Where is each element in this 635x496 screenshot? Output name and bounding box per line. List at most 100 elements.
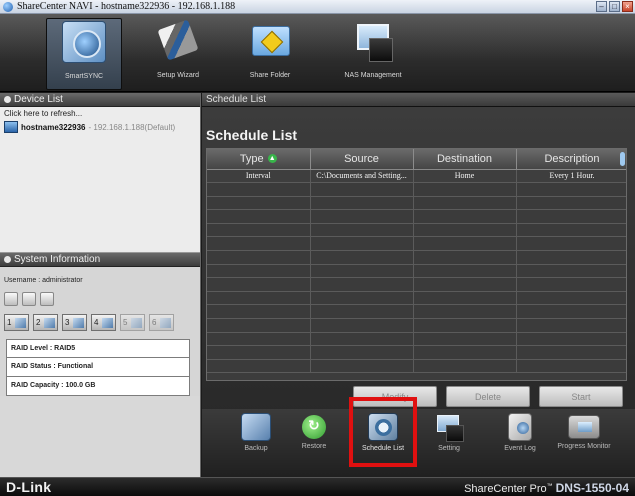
close-icon[interactable]: × bbox=[622, 1, 633, 12]
nav-label: SmartSYNC bbox=[64, 73, 104, 80]
table-cell bbox=[207, 359, 311, 374]
table-row[interactable] bbox=[207, 236, 626, 252]
start-button[interactable]: Start bbox=[539, 386, 623, 407]
table-cell bbox=[310, 236, 414, 252]
table-cell bbox=[207, 236, 311, 252]
action-buttons: Modify Delete Start bbox=[353, 386, 623, 407]
bottom-nav-label: Schedule List bbox=[361, 445, 405, 452]
bottom-nav-restore[interactable]: Restore bbox=[284, 413, 344, 473]
refresh-link[interactable]: Click here to refresh... bbox=[4, 109, 196, 118]
nav-setup-wizard[interactable]: Setup Wizard bbox=[140, 18, 216, 90]
table-cell bbox=[207, 332, 311, 347]
table-row[interactable]: Interval C:\Documents and Setting... Home E… bbox=[207, 169, 626, 184]
section-title: Device List bbox=[14, 93, 63, 105]
bottom-nav-backup[interactable]: Backup bbox=[226, 413, 286, 473]
table-row[interactable] bbox=[207, 359, 626, 374]
raid-status: RAID Status : Functional bbox=[6, 358, 190, 377]
collapse-icon[interactable] bbox=[4, 256, 11, 263]
delete-button[interactable]: Delete bbox=[446, 386, 530, 407]
table-cell bbox=[207, 304, 311, 320]
table-cell bbox=[516, 291, 626, 306]
table-cell bbox=[310, 182, 414, 197]
nav-nas-management[interactable]: NAS Management bbox=[335, 18, 411, 90]
table-cell bbox=[207, 318, 311, 333]
table-cell bbox=[413, 223, 517, 238]
main-panel: Schedule List Schedule List Type ▲ Source… bbox=[202, 93, 635, 477]
table-row[interactable] bbox=[207, 332, 626, 347]
table-row[interactable] bbox=[207, 277, 626, 292]
table-cell bbox=[516, 277, 626, 292]
table-cell bbox=[310, 291, 414, 306]
column-header-destination[interactable]: Destination bbox=[413, 149, 517, 170]
column-header-type[interactable]: Type ▲ bbox=[207, 149, 311, 170]
table-cell bbox=[516, 223, 626, 238]
table-row[interactable] bbox=[207, 345, 626, 360]
nav-label: Setup Wizard bbox=[156, 72, 200, 79]
disk-bays: 1 2 3 4 5 6 bbox=[4, 314, 196, 331]
disk-2: 2 bbox=[33, 314, 58, 331]
bottom-nav-schedule-list[interactable]: Schedule List bbox=[353, 413, 413, 473]
disk-1: 1 bbox=[4, 314, 29, 331]
table-cell bbox=[516, 250, 626, 265]
column-header-description[interactable]: Description bbox=[516, 149, 626, 170]
table-cell bbox=[413, 264, 517, 279]
modify-button[interactable]: Modify bbox=[353, 386, 437, 407]
sort-up-icon[interactable]: ▲ bbox=[267, 154, 277, 164]
bottom-nav-label: Backup bbox=[244, 445, 268, 452]
main-header: Schedule List bbox=[202, 93, 635, 107]
table-cell bbox=[310, 223, 414, 238]
bottom-nav-event-log[interactable]: Event Log bbox=[490, 413, 550, 473]
table-cell bbox=[310, 318, 414, 333]
smartsync-icon bbox=[62, 21, 106, 63]
bottom-nav-setting[interactable]: Setting bbox=[419, 413, 479, 473]
table-cell bbox=[516, 264, 626, 279]
table-cell bbox=[310, 359, 414, 374]
bottom-nav-label: Event Log bbox=[504, 445, 536, 452]
table-cell bbox=[310, 250, 414, 265]
nav-share-folder[interactable]: Share Folder bbox=[232, 18, 308, 90]
table-row[interactable] bbox=[207, 223, 626, 238]
table-scrollbar[interactable] bbox=[620, 152, 625, 166]
table-row[interactable] bbox=[207, 250, 626, 265]
restore-icon bbox=[302, 415, 326, 439]
nav-smartsync[interactable]: SmartSYNC bbox=[46, 18, 122, 90]
disk-4: 4 bbox=[91, 314, 116, 331]
system-info: Username : administrator 1 2 3 4 5 6 RAI… bbox=[0, 267, 200, 396]
minimize-icon[interactable]: – bbox=[596, 1, 607, 12]
table-row[interactable] bbox=[207, 291, 626, 306]
title-bar: ShareCenter NAVI - hostname322936 - 192.… bbox=[0, 0, 635, 14]
table-cell bbox=[413, 196, 517, 211]
status-icons bbox=[4, 292, 196, 306]
table-cell bbox=[310, 332, 414, 347]
gauge-icon bbox=[40, 292, 54, 306]
collapse-icon[interactable] bbox=[4, 96, 11, 103]
footer: D-Link ShareCenter Pro™ DNS-1550-04 bbox=[0, 477, 635, 496]
table-row[interactable] bbox=[207, 318, 626, 333]
bottom-nav: Backup Restore Schedule List Setting Eve… bbox=[202, 409, 635, 477]
table-row[interactable] bbox=[207, 196, 626, 211]
maximize-icon[interactable]: □ bbox=[609, 1, 620, 12]
table-cell bbox=[413, 359, 517, 374]
fan-icon bbox=[4, 292, 18, 306]
table-cell bbox=[516, 332, 626, 347]
nav-label: NAS Management bbox=[344, 72, 402, 79]
table-row[interactable] bbox=[207, 304, 626, 320]
table-cell bbox=[413, 318, 517, 333]
table-cell: Every 1 Hour. bbox=[516, 169, 626, 184]
bottom-nav-progress-monitor[interactable]: Progress Monitor bbox=[554, 413, 614, 473]
table-cell bbox=[207, 345, 311, 360]
table-cell bbox=[413, 345, 517, 360]
table-cell: C:\Documents and Setting... bbox=[310, 169, 414, 184]
table-cell bbox=[207, 182, 311, 197]
table-cell bbox=[516, 359, 626, 374]
table-cell bbox=[413, 209, 517, 224]
table-cell bbox=[413, 332, 517, 347]
table-row[interactable] bbox=[207, 264, 626, 279]
table-cell bbox=[310, 345, 414, 360]
table-row[interactable] bbox=[207, 182, 626, 197]
table-row[interactable] bbox=[207, 209, 626, 224]
table-cell bbox=[207, 223, 311, 238]
device-item[interactable]: hostname322936 - 192.168.1.188(Default) bbox=[4, 121, 196, 133]
nav-label: Share Folder bbox=[249, 72, 291, 79]
column-header-source[interactable]: Source bbox=[310, 149, 414, 170]
